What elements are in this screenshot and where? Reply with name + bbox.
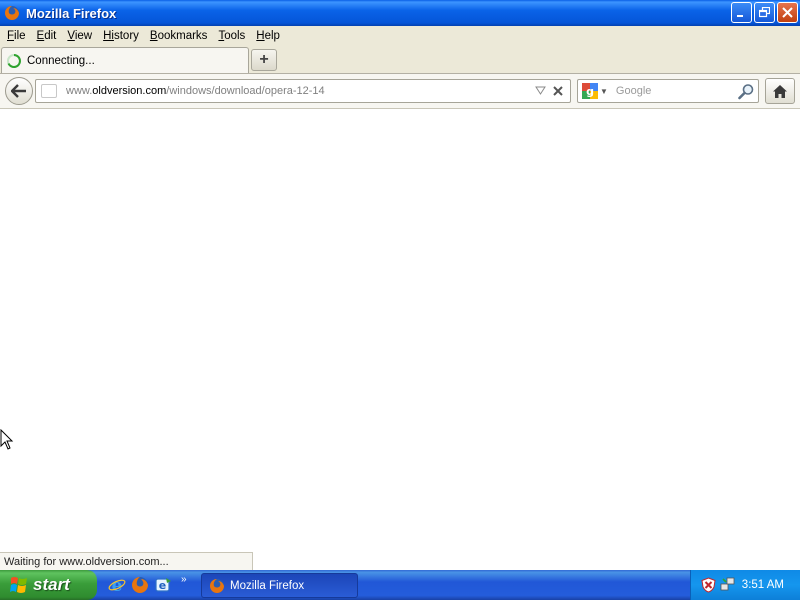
quicklaunch-more-icon[interactable]: »	[181, 574, 187, 585]
home-icon	[773, 84, 787, 98]
minimize-button[interactable]	[731, 2, 752, 23]
menu-help[interactable]: Help	[251, 30, 285, 42]
network-icon[interactable]	[720, 576, 736, 592]
loading-spinner-icon	[7, 53, 21, 68]
menu-tools[interactable]: Tools	[213, 30, 250, 42]
back-arrow-icon	[11, 84, 26, 98]
start-button[interactable]: start	[0, 570, 97, 600]
search-bar[interactable]: g ▼ Google	[577, 79, 759, 103]
tab-label: Connecting...	[27, 54, 95, 67]
magnifier-icon[interactable]	[738, 83, 755, 100]
url-text[interactable]: www.oldversion.com/windows/download/oper…	[66, 85, 325, 97]
menu-edit[interactable]: Edit	[32, 30, 62, 42]
taskbar-clock[interactable]: 3:51 AM	[742, 579, 784, 591]
navigation-toolbar: www.oldversion.com/windows/download/oper…	[0, 73, 800, 109]
back-button[interactable]	[5, 77, 33, 105]
close-button[interactable]	[777, 2, 798, 23]
taskbar-firefox-button[interactable]: Mozilla Firefox	[201, 573, 358, 598]
restore-icon	[759, 7, 770, 18]
status-panel: Waiting for www.oldversion.com...	[0, 552, 253, 570]
tab-connecting[interactable]: Connecting...	[1, 47, 249, 73]
svg-text:g: g	[586, 85, 594, 98]
firefox-quicklaunch-icon[interactable]	[131, 576, 149, 594]
svg-text:e: e	[112, 576, 123, 594]
menu-history[interactable]: History	[98, 30, 144, 42]
system-tray: 3:51 AM	[690, 570, 800, 600]
internet-explorer-icon[interactable]: e	[108, 576, 126, 594]
firefox-icon	[5, 6, 19, 20]
firefox-icon	[210, 578, 224, 593]
menu-bar: File Edit View History Bookmarks Tools H…	[0, 26, 800, 46]
taskbar: start e e » Mozilla Firefox 3:51 AM	[0, 570, 800, 600]
search-input[interactable]: Google	[616, 85, 651, 97]
dropdown-triangle-icon[interactable]	[535, 85, 546, 96]
window-title: Mozilla Firefox	[26, 5, 117, 21]
page-content[interactable]	[0, 109, 800, 570]
search-engine-dropdown-icon[interactable]: ▼	[600, 87, 608, 96]
menu-view[interactable]: View	[62, 30, 97, 42]
menu-file[interactable]: File	[2, 30, 31, 42]
site-identity-icon[interactable]	[41, 84, 57, 98]
svg-text:e: e	[159, 579, 166, 592]
close-icon	[782, 7, 793, 18]
minimize-icon	[737, 15, 743, 17]
home-button[interactable]	[765, 78, 795, 104]
windows-logo-icon	[10, 577, 27, 593]
url-bar[interactable]: www.oldversion.com/windows/download/oper…	[35, 79, 571, 103]
google-icon[interactable]: g	[582, 83, 598, 99]
new-tab-button[interactable]: +	[251, 49, 277, 71]
security-shield-icon[interactable]	[701, 577, 716, 593]
outlook-express-icon[interactable]: e	[154, 576, 172, 594]
taskbar-button-label: Mozilla Firefox	[230, 579, 305, 592]
stop-icon[interactable]	[551, 84, 565, 98]
window-title-bar[interactable]: Mozilla Firefox	[0, 0, 800, 26]
mouse-pointer-icon	[0, 429, 14, 450]
tab-strip: Connecting... +	[0, 46, 800, 73]
menu-bookmarks[interactable]: Bookmarks	[145, 30, 213, 42]
restore-button[interactable]	[754, 2, 775, 23]
start-label: start	[33, 575, 70, 594]
